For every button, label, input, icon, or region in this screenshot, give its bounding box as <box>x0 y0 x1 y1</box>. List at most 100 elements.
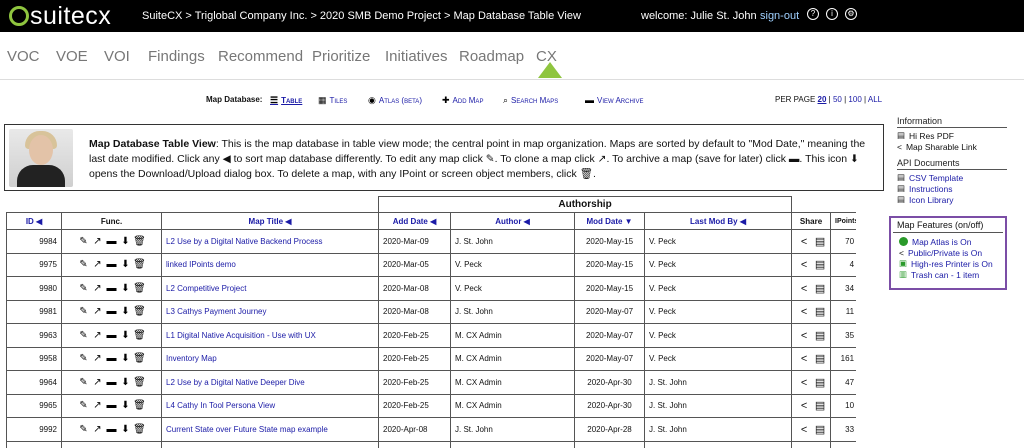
tab-recommend[interactable]: Recommend <box>218 48 303 65</box>
cell-map-title[interactable]: L1 Digital Native Acquisition - Use with… <box>160 323 380 348</box>
clone-icon[interactable]: ↗ <box>91 236 105 247</box>
cell-map-title[interactable]: Current State over Future State map exam… <box>160 417 380 442</box>
cell-map-title[interactable]: L4 Cathy In Tool Persona View <box>160 393 380 418</box>
pdf-icon[interactable]: ▤ <box>812 235 828 248</box>
download-upload-icon[interactable]: ⬇ <box>119 330 133 341</box>
col-id[interactable]: ID ◀ <box>6 212 62 230</box>
share-icon[interactable]: < <box>796 259 812 271</box>
download-upload-icon[interactable]: ⬇ <box>119 283 133 294</box>
tiles-view-button[interactable]: ▦ Tiles <box>318 95 347 106</box>
clone-icon[interactable]: ↗ <box>91 259 105 270</box>
suitecx-logo[interactable]: suitecx <box>8 2 111 30</box>
pdf-icon[interactable]: ▤ <box>812 329 828 342</box>
archive-icon[interactable]: ▬ <box>105 400 119 411</box>
share-icon[interactable]: < <box>796 377 812 389</box>
settings-icon[interactable]: ⚙ <box>845 8 857 20</box>
share-icon[interactable]: < <box>796 306 812 318</box>
public-private-toggle[interactable]: < Public/Private is On <box>891 247 1005 258</box>
edit-icon[interactable]: ✎ <box>77 306 91 317</box>
col-map-title[interactable]: Map Title ◀ <box>160 212 380 230</box>
trash-icon[interactable]: 🗑 <box>133 259 147 270</box>
pdf-icon[interactable]: ▤ <box>812 423 828 436</box>
clone-icon[interactable]: ↗ <box>91 283 105 294</box>
cell-map-title[interactable]: L2 Competitive Project <box>160 276 380 301</box>
pdf-icon[interactable]: ▤ <box>812 282 828 295</box>
atlas-view-button[interactable]: ◉ Atlas (βeta) <box>368 95 422 106</box>
download-upload-icon[interactable]: ⬇ <box>119 353 133 364</box>
per-page-20[interactable]: 20 <box>818 95 827 104</box>
view-archive-button[interactable]: ▬ View Archive <box>585 95 643 105</box>
col-author[interactable]: Author ◀ <box>450 212 576 230</box>
cell-map-title[interactable] <box>160 440 380 448</box>
accessibility-icon[interactable]: i <box>826 8 838 20</box>
trash-icon[interactable]: 🗑 <box>133 400 147 411</box>
edit-icon[interactable]: ✎ <box>77 259 91 270</box>
instructions-link[interactable]: ▤ Instructions <box>897 183 1007 194</box>
col-add-date[interactable]: Add Date ◀ <box>378 212 452 230</box>
help-icon[interactable]: ? <box>807 8 819 20</box>
trash-icon[interactable]: 🗑 <box>133 283 147 294</box>
high-res-printer-toggle[interactable]: ▣ High-res Printer is On <box>891 258 1005 269</box>
tab-findings[interactable]: Findings <box>148 48 205 65</box>
download-upload-icon[interactable]: ⬇ <box>119 259 133 270</box>
archive-icon[interactable]: ▬ <box>105 236 119 247</box>
download-upload-icon[interactable]: ⬇ <box>119 400 133 411</box>
cell-map-title[interactable]: L2 Use by a Digital Native Deeper Dive <box>160 370 380 395</box>
archive-icon[interactable]: ▬ <box>105 306 119 317</box>
per-page-50[interactable]: 50 <box>833 95 842 104</box>
breadcrumb[interactable]: SuiteCX > Triglobal Company Inc. > 2020 … <box>142 10 581 22</box>
edit-icon[interactable]: ✎ <box>77 424 91 435</box>
download-upload-icon[interactable]: ⬇ <box>119 236 133 247</box>
trash-icon[interactable]: 🗑 <box>133 377 147 388</box>
tab-voi[interactable]: VOI <box>104 48 130 65</box>
pdf-icon[interactable]: ▤ <box>812 352 828 365</box>
clone-icon[interactable]: ↗ <box>91 400 105 411</box>
archive-icon[interactable]: ▬ <box>105 377 119 388</box>
archive-icon[interactable]: ▬ <box>105 259 119 270</box>
clone-icon[interactable]: ↗ <box>91 377 105 388</box>
tab-initiatives[interactable]: Initiatives <box>385 48 448 65</box>
table-view-button[interactable]: ☰ Table <box>270 95 302 106</box>
download-upload-icon[interactable]: ⬇ <box>119 424 133 435</box>
download-upload-icon[interactable]: ⬇ <box>119 306 133 317</box>
clone-icon[interactable]: ↗ <box>91 353 105 364</box>
pdf-icon[interactable]: ▤ <box>812 376 828 389</box>
tab-voc[interactable]: VOC <box>7 48 40 65</box>
archive-icon[interactable]: ▬ <box>105 283 119 294</box>
tab-prioritize[interactable]: Prioritize <box>312 48 370 65</box>
share-icon[interactable]: < <box>796 283 812 295</box>
clone-icon[interactable]: ↗ <box>91 306 105 317</box>
pdf-icon[interactable]: ▤ <box>812 305 828 318</box>
per-page-all[interactable]: ALL <box>868 95 882 104</box>
cell-map-title[interactable]: linked IPoints demo <box>160 252 380 277</box>
hi-res-pdf-link[interactable]: ▤ Hi Res PDF <box>897 130 1007 141</box>
map-atlas-toggle[interactable]: Map Atlas is On <box>891 236 1005 247</box>
edit-icon[interactable]: ✎ <box>77 283 91 294</box>
clone-icon[interactable]: ↗ <box>91 330 105 341</box>
share-icon[interactable]: < <box>796 400 812 412</box>
tab-roadmap[interactable]: Roadmap <box>459 48 524 65</box>
csv-template-link[interactable]: ▤ CSV Template <box>897 172 1007 183</box>
add-map-button[interactable]: ✚ Add Map <box>442 95 483 106</box>
pdf-icon[interactable]: ▤ <box>812 399 828 412</box>
share-icon[interactable]: < <box>796 353 812 365</box>
archive-icon[interactable]: ▬ <box>105 353 119 364</box>
cell-map-title[interactable]: L3 Cathys Payment Journey <box>160 299 380 324</box>
archive-icon[interactable]: ▬ <box>105 424 119 435</box>
search-maps-button[interactable]: ⌕ Search Maps <box>503 95 558 106</box>
trash-icon[interactable]: 🗑 <box>133 353 147 364</box>
edit-icon[interactable]: ✎ <box>77 377 91 388</box>
tab-voe[interactable]: VOE <box>56 48 88 65</box>
col-last-mod[interactable]: Last Mod By ◀ <box>644 212 793 230</box>
col-mod-date[interactable]: Mod Date ▼ <box>574 212 646 230</box>
clone-icon[interactable]: ↗ <box>91 424 105 435</box>
pdf-icon[interactable]: ▤ <box>812 258 828 271</box>
trash-icon[interactable]: 🗑 <box>133 306 147 317</box>
trash-icon[interactable]: 🗑 <box>133 236 147 247</box>
trash-icon[interactable]: 🗑 <box>133 424 147 435</box>
share-icon[interactable]: < <box>796 236 812 248</box>
share-icon[interactable]: < <box>796 424 812 436</box>
download-upload-icon[interactable]: ⬇ <box>119 377 133 388</box>
cell-map-title[interactable]: Inventory Map <box>160 346 380 371</box>
trash-icon[interactable]: 🗑 <box>133 330 147 341</box>
